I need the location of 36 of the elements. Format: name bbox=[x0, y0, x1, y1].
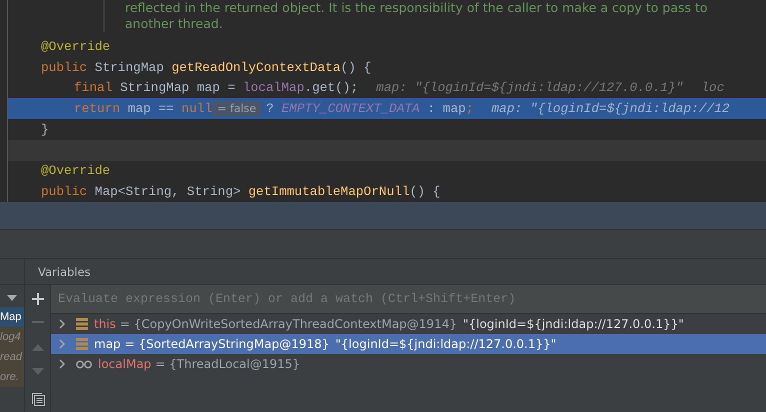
doc-comment-line: another thread. bbox=[125, 16, 224, 32]
variable-row[interactable]: localMap = {ThreadLocal@1915} bbox=[51, 354, 766, 374]
field-icon bbox=[76, 338, 88, 350]
code-text: @Override bbox=[41, 163, 110, 178]
inline-debug-hint: loc bbox=[701, 80, 724, 96]
variable-name: this bbox=[94, 317, 116, 331]
dropdown-caret-icon[interactable] bbox=[7, 295, 17, 301]
variable-row[interactable]: map = {SortedArrayStringMap@1918} "{loginId=${jndi:ldap://127.0.0.1}}" bbox=[51, 334, 766, 354]
variable-name: map bbox=[94, 337, 121, 351]
inline-debug-hint: map: "{loginId=${jndi:ldap://127.0.0.1}" bbox=[376, 80, 684, 96]
variable-string: "{loginId=${jndi:ldap://127.0.0.1}}" bbox=[462, 317, 684, 331]
stack-frame-item[interactable]: read bbox=[0, 347, 24, 367]
code-text: @Override bbox=[41, 38, 110, 54]
variable-name: localMap bbox=[98, 357, 152, 371]
variable-value: = {SortedArrayStringMap@1918} bbox=[124, 337, 330, 351]
code-text: public StringMap getReadOnlyContextData() { bbox=[41, 60, 372, 75]
variable-string: "{loginId=${jndi:ldap://127.0.0.1}}" bbox=[335, 337, 556, 351]
field-icon bbox=[76, 318, 88, 330]
code-text: final StringMap map = localMap.get(); bbox=[74, 80, 358, 96]
panel-title: Variables bbox=[38, 264, 91, 278]
variable-row[interactable]: this = {CopyOnWriteSortedArrayThreadContextMap@1914} "{loginId=${jndi:ldap://127.0.0.1}}" bbox=[51, 314, 766, 334]
stack-frame-item[interactable]: log4 bbox=[0, 327, 24, 347]
variable-value: = {CopyOnWriteSortedArrayThreadContextMap@1914} bbox=[120, 317, 457, 331]
inline-debug-hint: map: "{loginId=${jndi:ldap://12 bbox=[492, 101, 730, 116]
add-icon[interactable] bbox=[32, 293, 44, 305]
stack-frame-item[interactable]: ore. bbox=[0, 367, 24, 387]
stack-frame-item[interactable]: Map bbox=[0, 307, 24, 327]
glasses-icon bbox=[76, 360, 92, 368]
copy-icon[interactable] bbox=[30, 392, 44, 406]
code-text: } bbox=[41, 122, 49, 137]
code-text: public Map<String, String> getImmutableMapOrNull() { bbox=[41, 184, 440, 200]
code-text: return map == null bbox=[74, 101, 212, 116]
doc-comment-line: reflected in the returned object. It is the responsibility of the caller to make a copy to pass to bbox=[125, 0, 709, 16]
code-text: ? EMPTY_CONTEXT_DATA : map; bbox=[266, 101, 474, 116]
inline-value-badge: = false bbox=[212, 101, 262, 116]
variable-value: = {ThreadLocal@1915} bbox=[155, 357, 300, 371]
